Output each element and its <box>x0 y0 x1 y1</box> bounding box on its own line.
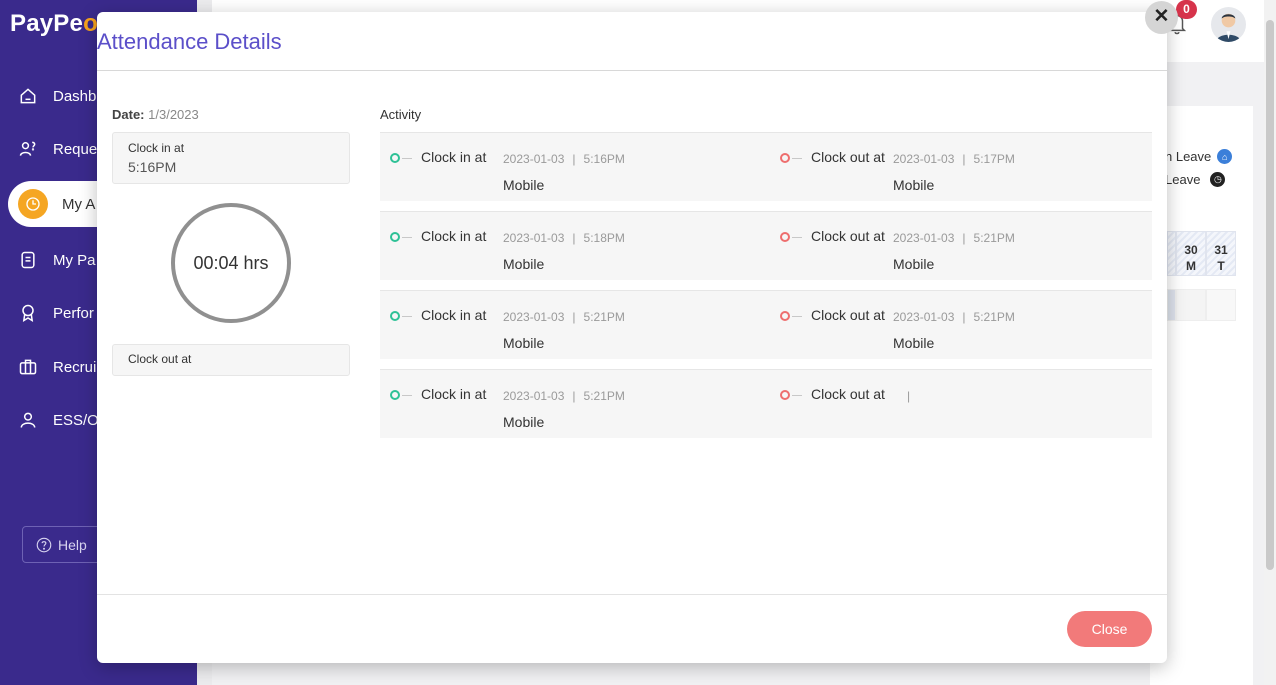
activity-out-source: Mobile <box>893 256 935 272</box>
footer-divider <box>97 594 1167 595</box>
activity-row: Clock in at 2023-01-03 | 5:21PM Mobile Clo… <box>380 369 1152 438</box>
connector <box>792 315 802 317</box>
close-button[interactable]: Close <box>1067 611 1152 647</box>
activity-out-label: Clock out at <box>811 307 885 323</box>
activity-title: Activity <box>380 107 422 122</box>
activity-in-source: Mobile <box>503 177 545 193</box>
activity-row: Clock in at 2023-01-03 | 5:21PM Mobile Clo… <box>380 290 1152 359</box>
attendance-details-modal: Attendance Details Date: 1/3/2023 Clock … <box>97 12 1167 663</box>
clock-in-dot-icon <box>390 390 400 400</box>
date-line: Date: 1/3/2023 <box>112 107 199 122</box>
activity-out-meta: 2023-01-03 | 5:21PM <box>893 231 1015 245</box>
activity-in-source: Mobile <box>503 335 545 351</box>
connector <box>792 394 802 396</box>
clock-in-dot-icon <box>390 311 400 321</box>
activity-in-label: Clock in at <box>421 386 487 402</box>
status-marker <box>780 311 802 321</box>
activity-out-meta: 2023-01-03 | 5:17PM <box>893 152 1015 166</box>
connector <box>402 315 412 317</box>
activity-in-meta: 2023-01-03 | 5:21PM <box>503 389 625 403</box>
activity-out-source: Mobile <box>893 177 935 193</box>
date-value: 1/3/2023 <box>148 107 199 122</box>
clock-out-label: Clock out at <box>128 352 192 366</box>
activity-in-source: Mobile <box>503 414 545 430</box>
clock-in-dot-icon <box>390 232 400 242</box>
status-marker <box>780 232 802 242</box>
activity-out-label: Clock out at <box>811 386 885 402</box>
status-marker <box>390 311 412 321</box>
connector <box>402 236 412 238</box>
activity-out-meta: | <box>907 389 911 403</box>
activity-in-label: Clock in at <box>421 149 487 165</box>
clock-in-box: Clock in at 5:16PM <box>112 132 350 184</box>
clock-out-dot-icon <box>780 153 790 163</box>
clock-out-dot-icon <box>780 311 790 321</box>
status-marker <box>780 153 802 163</box>
connector <box>792 157 802 159</box>
connector <box>402 394 412 396</box>
clock-in-label: Clock in at <box>128 141 185 155</box>
activity-in-label: Clock in at <box>421 307 487 323</box>
connector <box>792 236 802 238</box>
activity-in-source: Mobile <box>503 256 545 272</box>
date-label: Date: <box>112 107 145 122</box>
activity-out-meta: 2023-01-03 | 5:21PM <box>893 310 1015 324</box>
close-icon[interactable]: ✕ <box>1145 1 1178 34</box>
duration-circle: 00:04 hrs <box>171 203 291 323</box>
modal-divider <box>97 70 1167 71</box>
activity-out-label: Clock out at <box>811 228 885 244</box>
status-marker <box>780 390 802 400</box>
clock-out-dot-icon <box>780 232 790 242</box>
duration-value: 00:04 hrs <box>193 252 269 273</box>
clock-out-box: Clock out at <box>112 344 350 376</box>
modal-title: Attendance Details <box>97 29 282 54</box>
activity-in-meta: 2023-01-03 | 5:16PM <box>503 152 625 166</box>
status-marker <box>390 390 412 400</box>
activity-in-meta: 2023-01-03 | 5:18PM <box>503 231 625 245</box>
activity-in-label: Clock in at <box>421 228 487 244</box>
activity-in-meta: 2023-01-03 | 5:21PM <box>503 310 625 324</box>
clock-in-time: 5:16PM <box>128 159 177 175</box>
status-marker <box>390 153 412 163</box>
activity-out-source: Mobile <box>893 335 935 351</box>
activity-row: Clock in at 2023-01-03 | 5:16PM Mobile Clo… <box>380 132 1152 201</box>
connector <box>402 157 412 159</box>
clock-in-dot-icon <box>390 153 400 163</box>
clock-out-dot-icon <box>780 390 790 400</box>
activity-out-label: Clock out at <box>811 149 885 165</box>
activity-row: Clock in at 2023-01-03 | 5:18PM Mobile Clo… <box>380 211 1152 280</box>
status-marker <box>390 232 412 242</box>
